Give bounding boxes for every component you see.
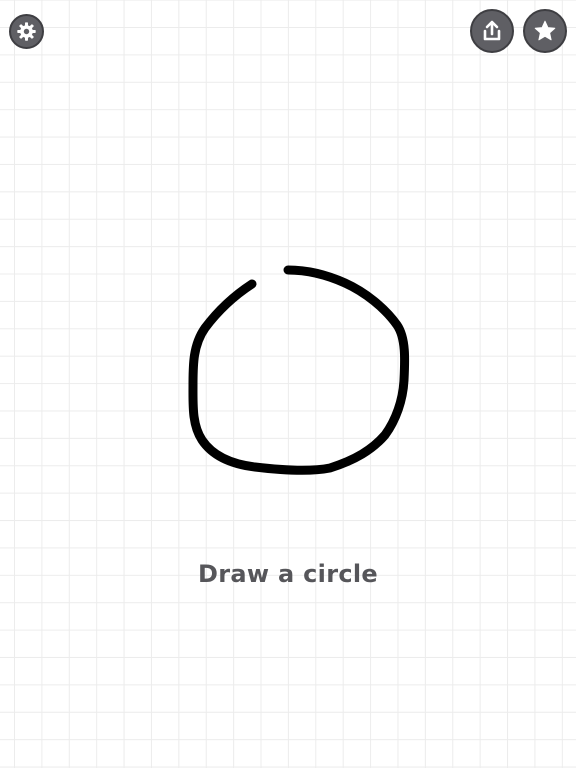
drawn-stroke	[188, 265, 410, 475]
drawing-canvas[interactable]	[0, 0, 576, 768]
drawing-prompt: Draw a circle	[198, 560, 378, 588]
